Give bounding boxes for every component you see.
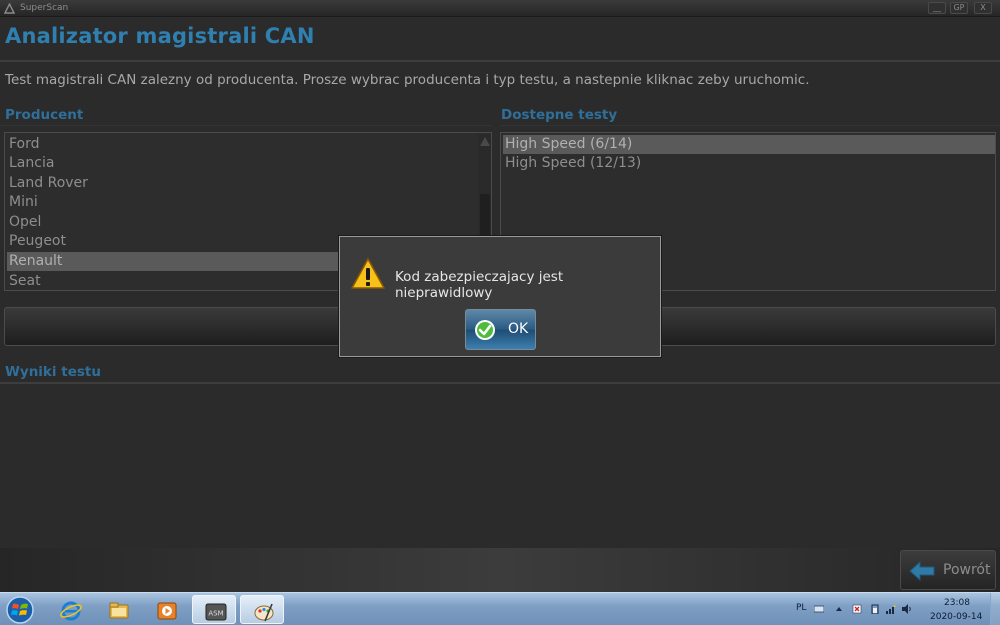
battery-icon[interactable] bbox=[870, 604, 880, 614]
minimize-button[interactable]: __ bbox=[928, 2, 946, 14]
taskbar-internet-explorer[interactable] bbox=[48, 595, 92, 624]
producer-divider bbox=[0, 125, 492, 126]
svg-text:ASM: ASM bbox=[208, 610, 223, 618]
producer-item-opel[interactable]: Opel bbox=[7, 213, 473, 232]
window-titlebar: SuperScan __ GP X bbox=[0, 0, 1000, 17]
paint-icon bbox=[254, 603, 274, 622]
asm-app-icon: ASM bbox=[205, 603, 227, 621]
keyboard-icon[interactable] bbox=[814, 604, 824, 614]
clock-time[interactable]: 23:08 bbox=[944, 598, 970, 608]
maximize-button[interactable]: GP bbox=[950, 2, 968, 14]
taskbar: ASM PL 23:08 2020-09-14 bbox=[0, 592, 1000, 625]
internet-explorer-icon bbox=[60, 601, 82, 621]
producer-item-mini[interactable]: Mini bbox=[7, 193, 473, 212]
window-title: SuperScan bbox=[20, 3, 69, 13]
producer-item-land-rover[interactable]: Land Rover bbox=[7, 174, 473, 193]
back-button[interactable]: Powrót bbox=[900, 550, 996, 590]
tests-label: Dostepne testy bbox=[501, 107, 618, 123]
scroll-thumb[interactable] bbox=[480, 194, 490, 238]
title-divider bbox=[0, 60, 1000, 62]
error-dialog: Kod zabezpieczajacy jest nieprawidlowy O… bbox=[339, 236, 661, 357]
results-label: Wyniki testu bbox=[5, 364, 101, 380]
instruction-text: Test magistrali CAN zalezny od producent… bbox=[5, 72, 810, 88]
volume-icon[interactable] bbox=[902, 604, 912, 614]
superscan-app-icon bbox=[4, 3, 15, 14]
page-title: Analizator magistrali CAN bbox=[5, 24, 315, 48]
bottom-strip bbox=[0, 548, 1000, 592]
system-tray: PL 23:08 2020-09-14 bbox=[780, 593, 1000, 625]
back-arrow-icon bbox=[909, 560, 935, 582]
action-center-flag-icon[interactable] bbox=[852, 604, 862, 614]
warning-icon bbox=[351, 258, 385, 289]
file-explorer-icon bbox=[109, 602, 129, 619]
close-button[interactable]: X bbox=[974, 2, 992, 14]
tests-divider bbox=[500, 125, 1000, 126]
scroll-up-arrow-icon[interactable] bbox=[480, 137, 490, 146]
taskbar-paint[interactable] bbox=[240, 595, 284, 624]
show-desktop-button[interactable] bbox=[990, 593, 1000, 625]
clock-date[interactable]: 2020-09-14 bbox=[930, 612, 982, 622]
language-indicator[interactable]: PL bbox=[796, 603, 806, 613]
media-player-icon bbox=[157, 602, 177, 620]
producer-label: Producent bbox=[5, 107, 84, 123]
taskbar-media-player[interactable] bbox=[144, 595, 188, 624]
network-signal-icon[interactable] bbox=[886, 604, 896, 614]
ok-button-label: OK bbox=[508, 321, 529, 337]
back-button-label: Powrót bbox=[943, 562, 991, 578]
results-area bbox=[0, 390, 1000, 550]
producer-item-ford[interactable]: Ford bbox=[7, 135, 473, 154]
show-hidden-icons-icon[interactable] bbox=[834, 604, 844, 614]
test-item-high-speed-12-13[interactable]: High Speed (12/13) bbox=[503, 154, 995, 173]
taskbar-file-explorer[interactable] bbox=[96, 595, 140, 624]
ok-button[interactable]: OK bbox=[465, 309, 536, 350]
taskbar-asm-app[interactable]: ASM bbox=[192, 595, 236, 624]
results-divider bbox=[0, 382, 1000, 384]
test-item-high-speed-6-14[interactable]: High Speed (6/14) bbox=[503, 135, 995, 154]
start-orb[interactable] bbox=[4, 595, 36, 625]
check-icon bbox=[475, 320, 495, 340]
dialog-message: Kod zabezpieczajacy jest nieprawidlowy bbox=[395, 269, 564, 301]
producer-item-lancia[interactable]: Lancia bbox=[7, 154, 473, 173]
